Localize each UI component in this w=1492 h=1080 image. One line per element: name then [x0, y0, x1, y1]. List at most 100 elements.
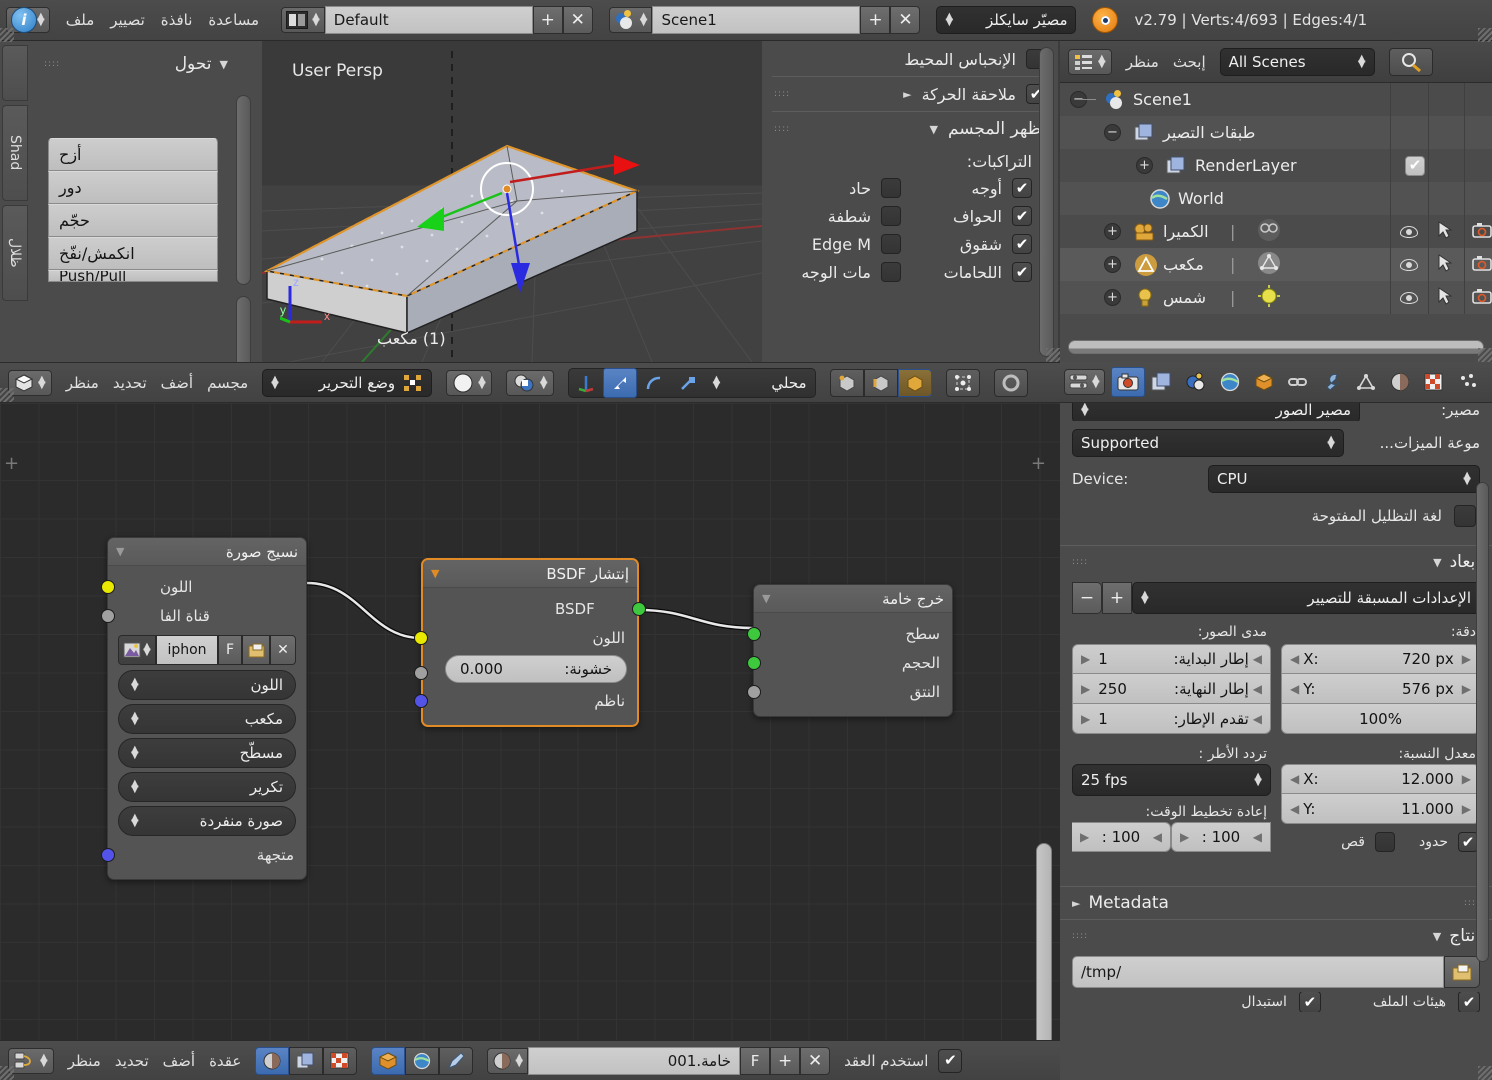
osl-row[interactable]: لغة التظليل المفتوحة [1060, 497, 1492, 531]
tool-shrink-fatten[interactable]: انكمش/نفّخ [48, 237, 218, 270]
frame-start-field[interactable]: ◀ إطار البداية: 1 ▶ [1072, 644, 1271, 674]
transform-orientation-select[interactable]: محلي ▲ ▼ [705, 369, 815, 397]
chevron-down-icon[interactable]: ▼ [431, 567, 439, 580]
decrement-icon[interactable]: ◀ [1290, 682, 1299, 696]
interaction-mode-select[interactable]: وضع التحرير ▲ ▼ [262, 368, 433, 397]
node-menu-node[interactable]: عقدة [209, 1052, 241, 1070]
time-remap-new-field[interactable]: ◀ 100 : ▶ [1072, 822, 1171, 852]
node-material-output[interactable]: خرج خامة ▼ سطح الحجم النتق [747, 584, 953, 717]
use-nodes-row[interactable]: استخدم العقد [844, 1048, 963, 1073]
output-panel-header[interactable]: ▼ انتاج :::: [1060, 919, 1492, 952]
menu-window[interactable]: نافذة [161, 11, 193, 29]
tool-push-pull[interactable]: Push/Pull [48, 270, 218, 282]
overlay-faces[interactable]: أوجه [913, 176, 1038, 200]
material-fake-user-button[interactable]: F [740, 1046, 771, 1075]
expander-icon[interactable]: + [1104, 289, 1121, 306]
overlay-seams-checkbox[interactable] [1012, 262, 1032, 282]
increment-icon[interactable]: ▶ [1462, 682, 1471, 696]
decrement-icon[interactable]: ◀ [1253, 682, 1262, 696]
overlay-creases[interactable]: شقوق [913, 232, 1038, 256]
image-projection-dropdown[interactable]: مكعب ▲ ▼ [118, 704, 296, 734]
node-input-color[interactable]: اللون [414, 623, 637, 652]
image-browse-button[interactable]: ▲ ▼ [118, 635, 156, 665]
resolution-percent-field[interactable]: 100% [1281, 704, 1480, 734]
tab-texture[interactable] [1417, 367, 1451, 397]
metadata-panel-header[interactable]: ► Metadata :::: [1060, 886, 1492, 919]
render-display-select[interactable]: مصير الصور ▲ ▼ [1072, 403, 1360, 421]
new-screen-button[interactable]: + [532, 6, 563, 34]
node-menu-select[interactable]: تحديد [115, 1052, 149, 1070]
node-menu-add[interactable]: أضف [163, 1052, 195, 1070]
overlay-seams[interactable]: اللحامات [913, 260, 1038, 284]
device-select[interactable]: CPU ▲ ▼ [1208, 465, 1480, 493]
toolshelf-tab-shadows[interactable]: ظلال [2, 205, 28, 301]
manipulator-toggle[interactable] [569, 368, 603, 398]
tool-translate[interactable]: أزح [48, 138, 218, 171]
mesh-display-header[interactable]: ▼ اظهر المجسم :::: [762, 116, 1058, 142]
node-diffuse-bsdf-header[interactable]: إنتشار BSDF ▼ [423, 560, 637, 588]
editor-type-info-button[interactable]: i ▲ ▼ [6, 7, 50, 33]
tab-render-layers[interactable] [1145, 367, 1179, 397]
material-new-button[interactable]: + [770, 1046, 801, 1075]
overlay-creases-checkbox[interactable] [1012, 234, 1032, 254]
decrement-icon[interactable]: ◀ [1153, 830, 1162, 844]
border-checkbox[interactable] [1458, 832, 1478, 852]
proportional-edit-button[interactable] [945, 368, 980, 397]
overlay-edges-checkbox[interactable] [1012, 206, 1032, 226]
hide-viewport-toggle[interactable] [1400, 225, 1418, 238]
tool-rotate[interactable]: دور [48, 171, 218, 204]
node-input-surface[interactable]: سطح [747, 619, 952, 648]
device-row[interactable]: Device: CPU ▲ ▼ [1060, 461, 1492, 497]
tab-material[interactable] [1383, 367, 1417, 397]
time-remap-old-field[interactable]: ◀ 100 : ▶ [1171, 822, 1271, 852]
context-brush[interactable] [439, 1046, 474, 1075]
overlay-sharp[interactable]: حاد [782, 176, 907, 200]
edge-select-mode[interactable] [863, 368, 898, 397]
pack-image-button[interactable] [242, 635, 270, 665]
overlay-edge-marks-checkbox[interactable] [881, 234, 901, 254]
toolshelf-tab-shad[interactable]: Shad [2, 105, 28, 201]
increment-icon[interactable]: ▶ [1081, 652, 1090, 666]
viewport-menu-add[interactable]: أضف [161, 374, 193, 392]
tab-data[interactable] [1349, 367, 1383, 397]
tool-scale[interactable]: حجّم [48, 204, 218, 237]
hide-render-toggle[interactable] [1472, 222, 1492, 242]
manipulator-scale[interactable] [671, 368, 705, 398]
hide-viewport-toggle[interactable] [1400, 291, 1418, 304]
delete-scene-button[interactable]: ✕ [890, 6, 921, 34]
overlay-edges[interactable]: الحواف [913, 204, 1038, 228]
frame-step-field[interactable]: ◀ تقدم الإطار: 1 ▶ [1072, 704, 1271, 734]
overlay-sharp-checkbox[interactable] [881, 178, 901, 198]
overlay-edge-marks[interactable]: Edge M [782, 232, 907, 256]
selectable-toggle[interactable] [1438, 286, 1453, 309]
node-sidebar-expand-icon[interactable]: + [1031, 453, 1046, 474]
unlink-image-button[interactable]: ✕ [270, 635, 296, 665]
socket-normal-in[interactable] [414, 693, 428, 708]
overwrite-checkbox[interactable] [1298, 992, 1321, 1012]
increment-icon[interactable]: ▶ [1080, 830, 1089, 844]
node-editor-vscrollbar[interactable] [1036, 843, 1052, 1040]
feature-set-select[interactable]: Supported ▲ ▼ [1072, 429, 1344, 457]
hide-viewport-toggle[interactable] [1400, 258, 1418, 271]
shader-type-layers[interactable] [289, 1046, 324, 1075]
output-path-field[interactable]: /tmp/ [1072, 956, 1444, 988]
decrement-icon[interactable]: ◀ [1290, 802, 1299, 816]
increment-icon[interactable]: ▶ [1081, 712, 1090, 726]
vertex-select-mode[interactable] [829, 368, 864, 397]
image-colorspace-dropdown[interactable]: اللون ▲ ▼ [118, 670, 296, 700]
menu-file[interactable]: ملف [66, 11, 95, 29]
delete-screen-button[interactable]: ✕ [562, 6, 593, 34]
socket-color-in[interactable] [414, 630, 428, 645]
new-scene-button[interactable]: + [860, 6, 891, 34]
node-image-texture[interactable]: نسيج صورة ▼ اللون قناة الفا ▲ ▼ iphon F … [101, 537, 307, 880]
file-extensions-checkbox[interactable] [1458, 992, 1480, 1012]
expander-icon[interactable]: − [1104, 124, 1121, 141]
context-object[interactable] [371, 1046, 406, 1075]
node-input-displacement[interactable]: النتق [747, 677, 952, 706]
properties-editor-type-button[interactable]: ▲ ▼ [1064, 369, 1105, 395]
render-preset-select[interactable]: الإعدادات المسبقة للتصيير ▲ ▼ [1132, 582, 1480, 614]
increment-icon[interactable]: ▶ [1462, 772, 1471, 786]
material-name-field[interactable]: خامة.001 [528, 1046, 741, 1075]
properties-scrollbar[interactable] [1476, 482, 1489, 962]
viewport-shading-button[interactable]: ▲ ▼ [446, 369, 492, 396]
